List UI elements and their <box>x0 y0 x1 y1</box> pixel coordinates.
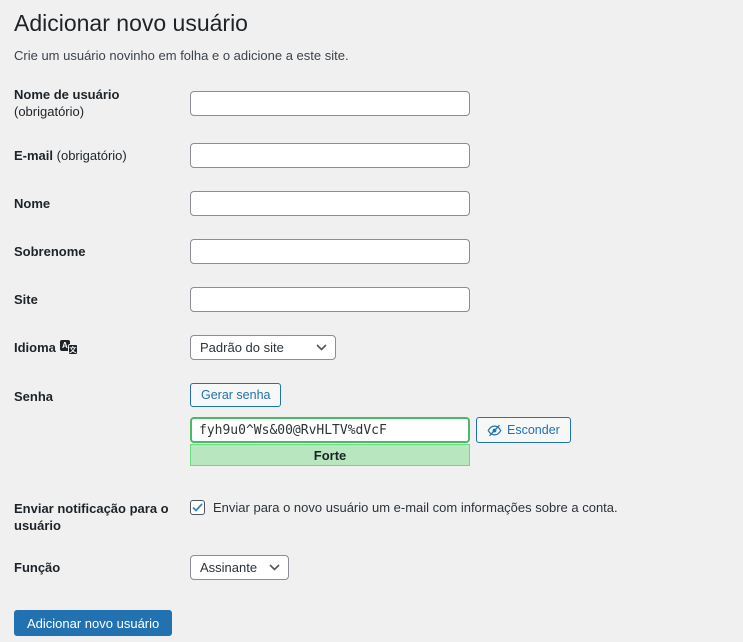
email-label-text: E-mail <box>14 148 53 163</box>
language-select[interactable]: Padrão do site <box>190 335 336 360</box>
submit-row: Adicionar novo usuário <box>14 610 723 636</box>
form-row-language: Idioma A文 Padrão do site <box>14 335 723 360</box>
form-row-first-name: Nome <box>14 191 723 216</box>
role-selected-value: Assinante <box>200 560 257 575</box>
role-label: Função <box>14 559 190 576</box>
check-icon <box>192 503 203 512</box>
add-new-user-button[interactable]: Adicionar novo usuário <box>14 610 172 636</box>
password-field-group: Forte Esconder <box>190 417 723 466</box>
form-row-website: Site <box>14 287 723 312</box>
username-label-text: Nome de usuário <box>14 87 119 102</box>
email-input[interactable] <box>190 143 470 168</box>
form-row-role: Função Assinante <box>14 555 723 580</box>
form-row-password: Senha Gerar senha Forte Esconder <box>14 383 723 466</box>
form-row-send-notification: Enviar notificação para o usuário Enviar… <box>14 500 723 534</box>
username-required-text: (obrigatório) <box>14 104 84 119</box>
password-label: Senha <box>14 383 190 405</box>
last-name-label: Sobrenome <box>14 243 190 260</box>
website-input[interactable] <box>190 287 470 312</box>
username-input[interactable] <box>190 91 470 116</box>
form-row-email: E-mail (obrigatório) <box>14 143 723 168</box>
chevron-down-icon <box>269 564 280 571</box>
form-row-last-name: Sobrenome <box>14 239 723 264</box>
first-name-label: Nome <box>14 195 190 212</box>
language-label: Idioma A文 <box>14 339 190 356</box>
eye-off-icon <box>487 424 502 437</box>
generate-password-button[interactable]: Gerar senha <box>190 383 281 407</box>
translation-icon: A文 <box>60 340 78 355</box>
language-label-text: Idioma <box>14 340 56 355</box>
email-required-text: (obrigatório) <box>57 148 127 163</box>
send-notification-label: Enviar notificação para o usuário <box>14 500 190 534</box>
page-subtitle: Crie um usuário novinho em folha e o adi… <box>14 48 723 64</box>
password-input[interactable] <box>190 417 470 443</box>
add-user-form: Nome de usuário (obrigatório) E-mail (ob… <box>14 86 723 636</box>
hide-password-label: Esconder <box>507 423 560 437</box>
email-label: E-mail (obrigatório) <box>14 147 190 164</box>
send-notification-checkbox[interactable] <box>190 500 205 515</box>
add-user-page: Adicionar novo usuário Crie um usuário n… <box>0 0 743 636</box>
username-label: Nome de usuário (obrigatório) <box>14 86 190 120</box>
send-notification-checkbox-label: Enviar para o novo usuário um e-mail com… <box>213 500 618 516</box>
chevron-down-icon <box>316 344 327 351</box>
role-select[interactable]: Assinante <box>190 555 289 580</box>
website-label: Site <box>14 291 190 308</box>
last-name-input[interactable] <box>190 239 470 264</box>
password-strength-indicator: Forte <box>190 444 470 466</box>
form-row-username: Nome de usuário (obrigatório) <box>14 86 723 120</box>
language-selected-value: Padrão do site <box>200 340 284 355</box>
page-title: Adicionar novo usuário <box>14 9 723 37</box>
first-name-input[interactable] <box>190 191 470 216</box>
hide-password-button[interactable]: Esconder <box>476 417 571 443</box>
